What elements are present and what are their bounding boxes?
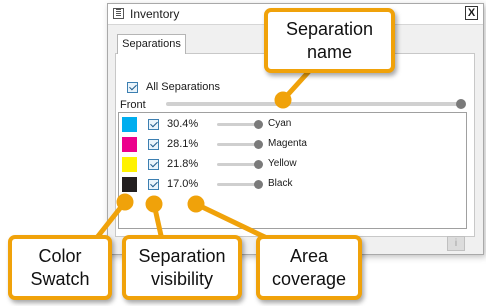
area-coverage-pointer-dot xyxy=(187,195,205,213)
color-swatch-callout: Color Swatch xyxy=(8,235,112,300)
color-swatch-pointer-dot xyxy=(116,193,134,211)
visibility-pointer-dot xyxy=(145,195,163,213)
area-coverage-callout: Area coverage xyxy=(256,235,362,300)
separation-name-pointer-dot xyxy=(274,91,292,109)
separation-visibility-callout: Separation visibility xyxy=(122,235,242,300)
tab-separations[interactable]: Separations xyxy=(117,34,186,54)
separation-name-callout: Separation name xyxy=(264,8,395,73)
